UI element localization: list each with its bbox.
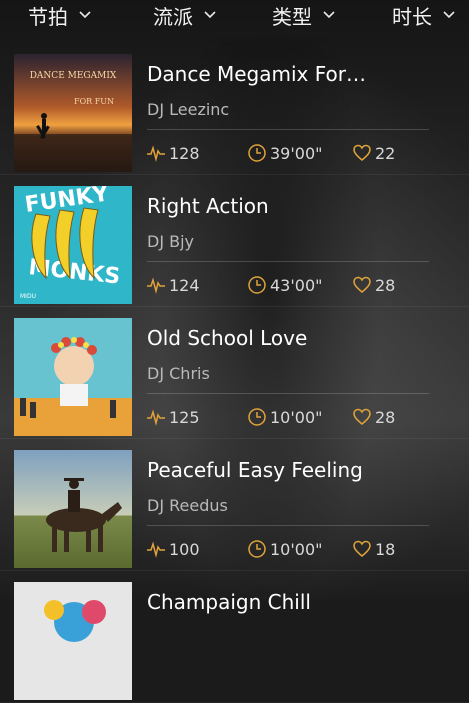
clock-icon xyxy=(248,276,266,294)
duration-stat: 10'00" xyxy=(247,538,322,560)
heartbeat-icon xyxy=(147,541,165,558)
likes-value: 22 xyxy=(375,143,396,163)
mix-row-peaceful-easy-feeling[interactable]: Peaceful Easy Feeling DJ Reedus 100 10'0… xyxy=(0,438,469,571)
chevron-down-icon xyxy=(443,11,455,19)
duration-stat: 43'00" xyxy=(247,274,322,296)
duration-value: 39'00" xyxy=(270,143,323,163)
cover-art: DANCE MEGAMIX FOR FUN xyxy=(14,54,132,172)
likes-value: 18 xyxy=(375,539,396,559)
filter-genre-label: 流派 xyxy=(153,4,193,29)
chevron-down-icon xyxy=(79,11,91,19)
filter-beat-label: 节拍 xyxy=(28,4,68,29)
mix-row-champaign-chill[interactable]: Champaign Chill xyxy=(0,570,469,703)
cover-art xyxy=(14,318,132,436)
mix-artist: DJ Chris xyxy=(147,364,210,383)
filter-beat[interactable]: 节拍 xyxy=(28,0,92,30)
heartbeat-icon xyxy=(147,145,165,162)
retro-girl-cover-image xyxy=(14,318,132,436)
mix-title: Right Action xyxy=(147,194,269,218)
cover-title-text: DANCE MEGAMIX xyxy=(30,71,117,81)
bpm-value: 124 xyxy=(169,275,200,295)
heart-icon xyxy=(353,540,371,557)
cover-label-text: MIDU xyxy=(20,293,36,300)
cover-subtitle-text: FOR FUN xyxy=(74,97,114,106)
likes-stat[interactable]: 28 xyxy=(352,406,395,428)
filter-duration[interactable]: 时长 xyxy=(392,0,456,30)
bpm-stat: 125 xyxy=(146,406,200,428)
filter-genre[interactable]: 流派 xyxy=(153,0,217,30)
clock-icon xyxy=(248,540,266,558)
bpm-stat: 100 xyxy=(146,538,200,560)
heartbeat-icon xyxy=(147,277,165,294)
row-divider xyxy=(147,129,429,130)
chevron-down-icon xyxy=(204,11,216,19)
mix-artist: DJ Bjy xyxy=(147,232,195,251)
bpm-value: 128 xyxy=(169,143,200,163)
heartbeat-icon xyxy=(147,409,165,426)
row-divider xyxy=(147,393,429,394)
cover-art: FUNKY MONKS MIDU xyxy=(14,186,132,304)
mix-title: Old School Love xyxy=(147,326,308,350)
bpm-value: 100 xyxy=(169,539,200,559)
bananas-cover-image: FUNKY MONKS MIDU xyxy=(14,186,132,304)
mix-artist: DJ Leezinc xyxy=(147,100,230,119)
mix-title: Peaceful Easy Feeling xyxy=(147,458,363,482)
duration-value: 10'00" xyxy=(270,539,323,559)
filter-bar: 节拍 流派 类型 时长 xyxy=(0,0,469,30)
likes-stat[interactable]: 28 xyxy=(352,274,395,296)
bpm-stat: 128 xyxy=(146,142,200,164)
cover-art xyxy=(14,450,132,568)
heart-icon xyxy=(353,408,371,425)
likes-value: 28 xyxy=(375,407,396,427)
likes-stat[interactable]: 22 xyxy=(352,142,395,164)
bpm-value: 125 xyxy=(169,407,200,427)
sunset-beach-cover-image: DANCE MEGAMIX FOR FUN xyxy=(14,54,132,172)
duration-value: 43'00" xyxy=(270,275,323,295)
clock-icon xyxy=(248,144,266,162)
mix-title: Champaign Chill xyxy=(147,590,311,614)
heart-icon xyxy=(353,144,371,161)
chevron-down-icon xyxy=(323,11,335,19)
mix-artist: DJ Reedus xyxy=(147,496,228,515)
clock-icon xyxy=(248,408,266,426)
likes-value: 28 xyxy=(375,275,396,295)
bpm-stat: 124 xyxy=(146,274,200,296)
mix-row-old-school-love[interactable]: Old School Love DJ Chris 125 10'00" 28 xyxy=(0,306,469,439)
likes-stat[interactable]: 18 xyxy=(352,538,395,560)
heart-icon xyxy=(353,276,371,293)
mix-row-right-action[interactable]: FUNKY MONKS MIDU Right Action DJ Bjy 124… xyxy=(0,174,469,307)
filter-type-label: 类型 xyxy=(272,4,312,29)
filter-duration-label: 时长 xyxy=(392,4,432,29)
row-divider xyxy=(147,261,429,262)
mix-row-dance-megamix[interactable]: DANCE MEGAMIX FOR FUN Dance Megamix For…… xyxy=(0,42,469,175)
row-divider xyxy=(147,525,429,526)
duration-stat: 39'00" xyxy=(247,142,322,164)
mix-title: Dance Megamix For… xyxy=(147,62,366,86)
duration-stat: 10'00" xyxy=(247,406,322,428)
cowboy-horse-cover-image xyxy=(14,450,132,568)
duration-value: 10'00" xyxy=(270,407,323,427)
filter-type[interactable]: 类型 xyxy=(272,0,336,30)
